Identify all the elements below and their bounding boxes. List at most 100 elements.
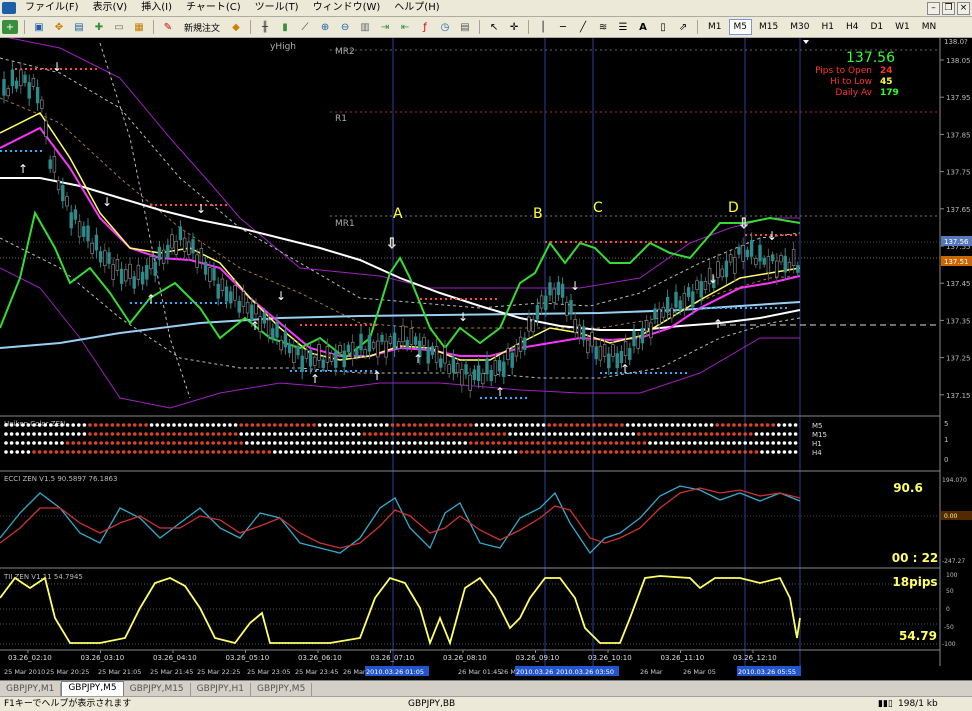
timeframe-w1[interactable]: W1	[890, 19, 915, 35]
menu-help[interactable]: ヘルプ(H)	[387, 0, 446, 16]
heiken-dot	[284, 441, 288, 445]
navigator-icon[interactable]: ✚	[91, 20, 107, 34]
main-price-chart[interactable]: ↑ ↓ ↓ ↑ ↓ ↑ ↓ ↑ ↑ ↑ ↓ ↑ ↓ ↑ ↓ ↑ ↓ ⇩ ⇩ yH…	[0, 38, 940, 666]
candle-body	[602, 344, 607, 357]
candle-body	[350, 341, 355, 359]
heiken-dot	[233, 432, 238, 436]
timeframe-m15[interactable]: M15	[754, 19, 783, 35]
timeframe-h1[interactable]: H1	[816, 19, 839, 35]
tab-gbpjpy-h1[interactable]: GBPJPY,H1	[191, 683, 251, 696]
timeframe-d1[interactable]: D1	[865, 19, 888, 35]
timeframe-h4[interactable]: H4	[841, 19, 864, 35]
heiken-dot	[547, 423, 551, 427]
chart-shift-icon[interactable]: ⇤	[397, 20, 413, 34]
heiken-dot	[9, 441, 14, 445]
minimize-icon[interactable]: –	[927, 2, 940, 15]
candle-body	[670, 307, 674, 319]
heiken-dot	[508, 450, 512, 454]
menu-chart[interactable]: チャート(C)	[179, 0, 248, 16]
heiken-dot	[648, 441, 652, 445]
tab-gbpjpy-m5-2[interactable]: GBPJPY,M5	[251, 683, 313, 696]
restore-icon[interactable]: ❐	[942, 2, 955, 15]
chart-window[interactable]: ↑ ↓ ↓ ↑ ↓ ↑ ↓ ↑ ↑ ↑ ↓ ↑ ↓ ↑ ↓ ↑ ↓ ⇩ ⇩ yH…	[0, 38, 972, 680]
tab-gbpjpy-m1[interactable]: GBPJPY,M1	[0, 683, 62, 696]
new-order-icon[interactable]: ✎	[160, 20, 176, 34]
menu-window[interactable]: ウィンドウ(W)	[306, 0, 388, 16]
heiken-dot	[771, 450, 775, 454]
heiken-dot	[625, 450, 630, 454]
menu-tools[interactable]: ツール(T)	[248, 0, 306, 16]
templates-icon[interactable]: ▤	[457, 20, 473, 34]
heiken-dot	[441, 432, 445, 436]
zoom-out-icon[interactable]: ⊖	[337, 20, 353, 34]
tii-panel[interactable]: TII ZEN V1.11 54.7945 18pips 54.79 100 5…	[0, 567, 958, 648]
heiken-dot	[373, 432, 378, 436]
current-price-badge: 137.51	[944, 258, 969, 266]
heiken-dot	[749, 441, 753, 445]
heiken-dot	[71, 450, 75, 454]
fibonacci-icon[interactable]: ☰	[615, 20, 631, 34]
svg-text:↑: ↑	[495, 385, 505, 399]
profiles-icon[interactable]: ▣	[31, 20, 47, 34]
candle-body	[392, 332, 397, 350]
cursor-icon[interactable]: ↖	[486, 20, 502, 34]
market-watch-icon[interactable]: ✥	[51, 20, 67, 34]
arrow-tool-icon[interactable]: ⇗	[675, 20, 691, 34]
timeframe-mn[interactable]: MN	[917, 19, 942, 35]
heiken-dot	[558, 441, 563, 445]
timeframe-m30[interactable]: M30	[785, 19, 814, 35]
strategy-tester-icon[interactable]: ▦	[131, 20, 147, 34]
heiken-dot	[54, 432, 59, 436]
heiken-dot	[110, 450, 115, 454]
timeframe-m1[interactable]: M1	[703, 19, 727, 35]
heiken-dot	[166, 441, 171, 445]
heiken-dot	[530, 441, 535, 445]
tile-windows-icon[interactable]: ▥	[357, 20, 373, 34]
heiken-dot	[228, 432, 232, 436]
candle-body	[111, 264, 115, 280]
zoom-in-icon[interactable]: ⊕	[317, 20, 333, 34]
trendline-icon[interactable]: ╱	[575, 20, 591, 34]
indicators-icon[interactable]: ƒ	[417, 20, 433, 34]
crosshair-icon[interactable]: ✛	[506, 20, 522, 34]
menu-insert[interactable]: 挿入(I)	[134, 0, 179, 16]
expert-advisors-icon[interactable]: ◆	[228, 20, 244, 34]
timeframe-m5[interactable]: M5	[728, 19, 753, 35]
heiken-color-panel[interactable]: Heiken Color ZEN M5 M15 H1 H4 5 1 0	[0, 415, 948, 464]
heiken-dot	[732, 432, 736, 436]
heiken-dot	[77, 423, 81, 427]
periods-clock-icon[interactable]: ◷	[437, 20, 453, 34]
candlestick-icon[interactable]: ▮	[277, 20, 293, 34]
heiken-dot	[513, 423, 518, 427]
candle-body	[199, 248, 204, 263]
heiken-dot	[597, 432, 602, 436]
heiken-dot	[519, 441, 523, 445]
bar-chart-icon[interactable]: ╫	[257, 20, 273, 34]
line-chart-icon[interactable]: ⟋	[297, 20, 313, 34]
heiken-dot	[172, 432, 176, 436]
menu-file[interactable]: ファイル(F)	[18, 0, 86, 16]
channel-icon[interactable]: ≋	[595, 20, 611, 34]
candle-body	[216, 283, 220, 299]
ecci-panel[interactable]: ECCI ZEN V1.5 90.5897 76.1863 90.6 00 : …	[0, 470, 972, 565]
menu-view[interactable]: 表示(V)	[86, 0, 135, 16]
vertical-line-icon[interactable]: │	[535, 20, 551, 34]
auto-scroll-icon[interactable]: ⇥	[377, 20, 393, 34]
heiken-dot	[189, 432, 193, 436]
toolbar: + ▣ ✥ ▤ ✚ ▭ ▦ ✎ 新規注文 ◆ ╫ ▮ ⟋ ⊕ ⊖ ▥ ⇥ ⇤ ƒ…	[0, 17, 972, 38]
tab-gbpjpy-m5[interactable]: GBPJPY,M5	[61, 681, 124, 696]
horizontal-line-icon[interactable]: ─	[555, 20, 571, 34]
close-icon[interactable]: ×	[957, 2, 970, 15]
heiken-dot	[777, 432, 781, 436]
label-tool-icon[interactable]: ▯	[655, 20, 671, 34]
heiken-dot	[239, 450, 243, 454]
tab-gbpjpy-m15[interactable]: GBPJPY,M15	[124, 683, 191, 696]
heiken-dot	[513, 450, 518, 454]
terminal-icon[interactable]: ▭	[111, 20, 127, 34]
heiken-dot	[149, 432, 154, 436]
new-chart-icon[interactable]: +	[2, 20, 18, 34]
text-tool-icon[interactable]: A	[635, 20, 651, 34]
data-window-icon[interactable]: ▤	[71, 20, 87, 34]
heiken-dot	[362, 432, 367, 436]
new-order-button[interactable]: 新規注文	[180, 21, 224, 34]
